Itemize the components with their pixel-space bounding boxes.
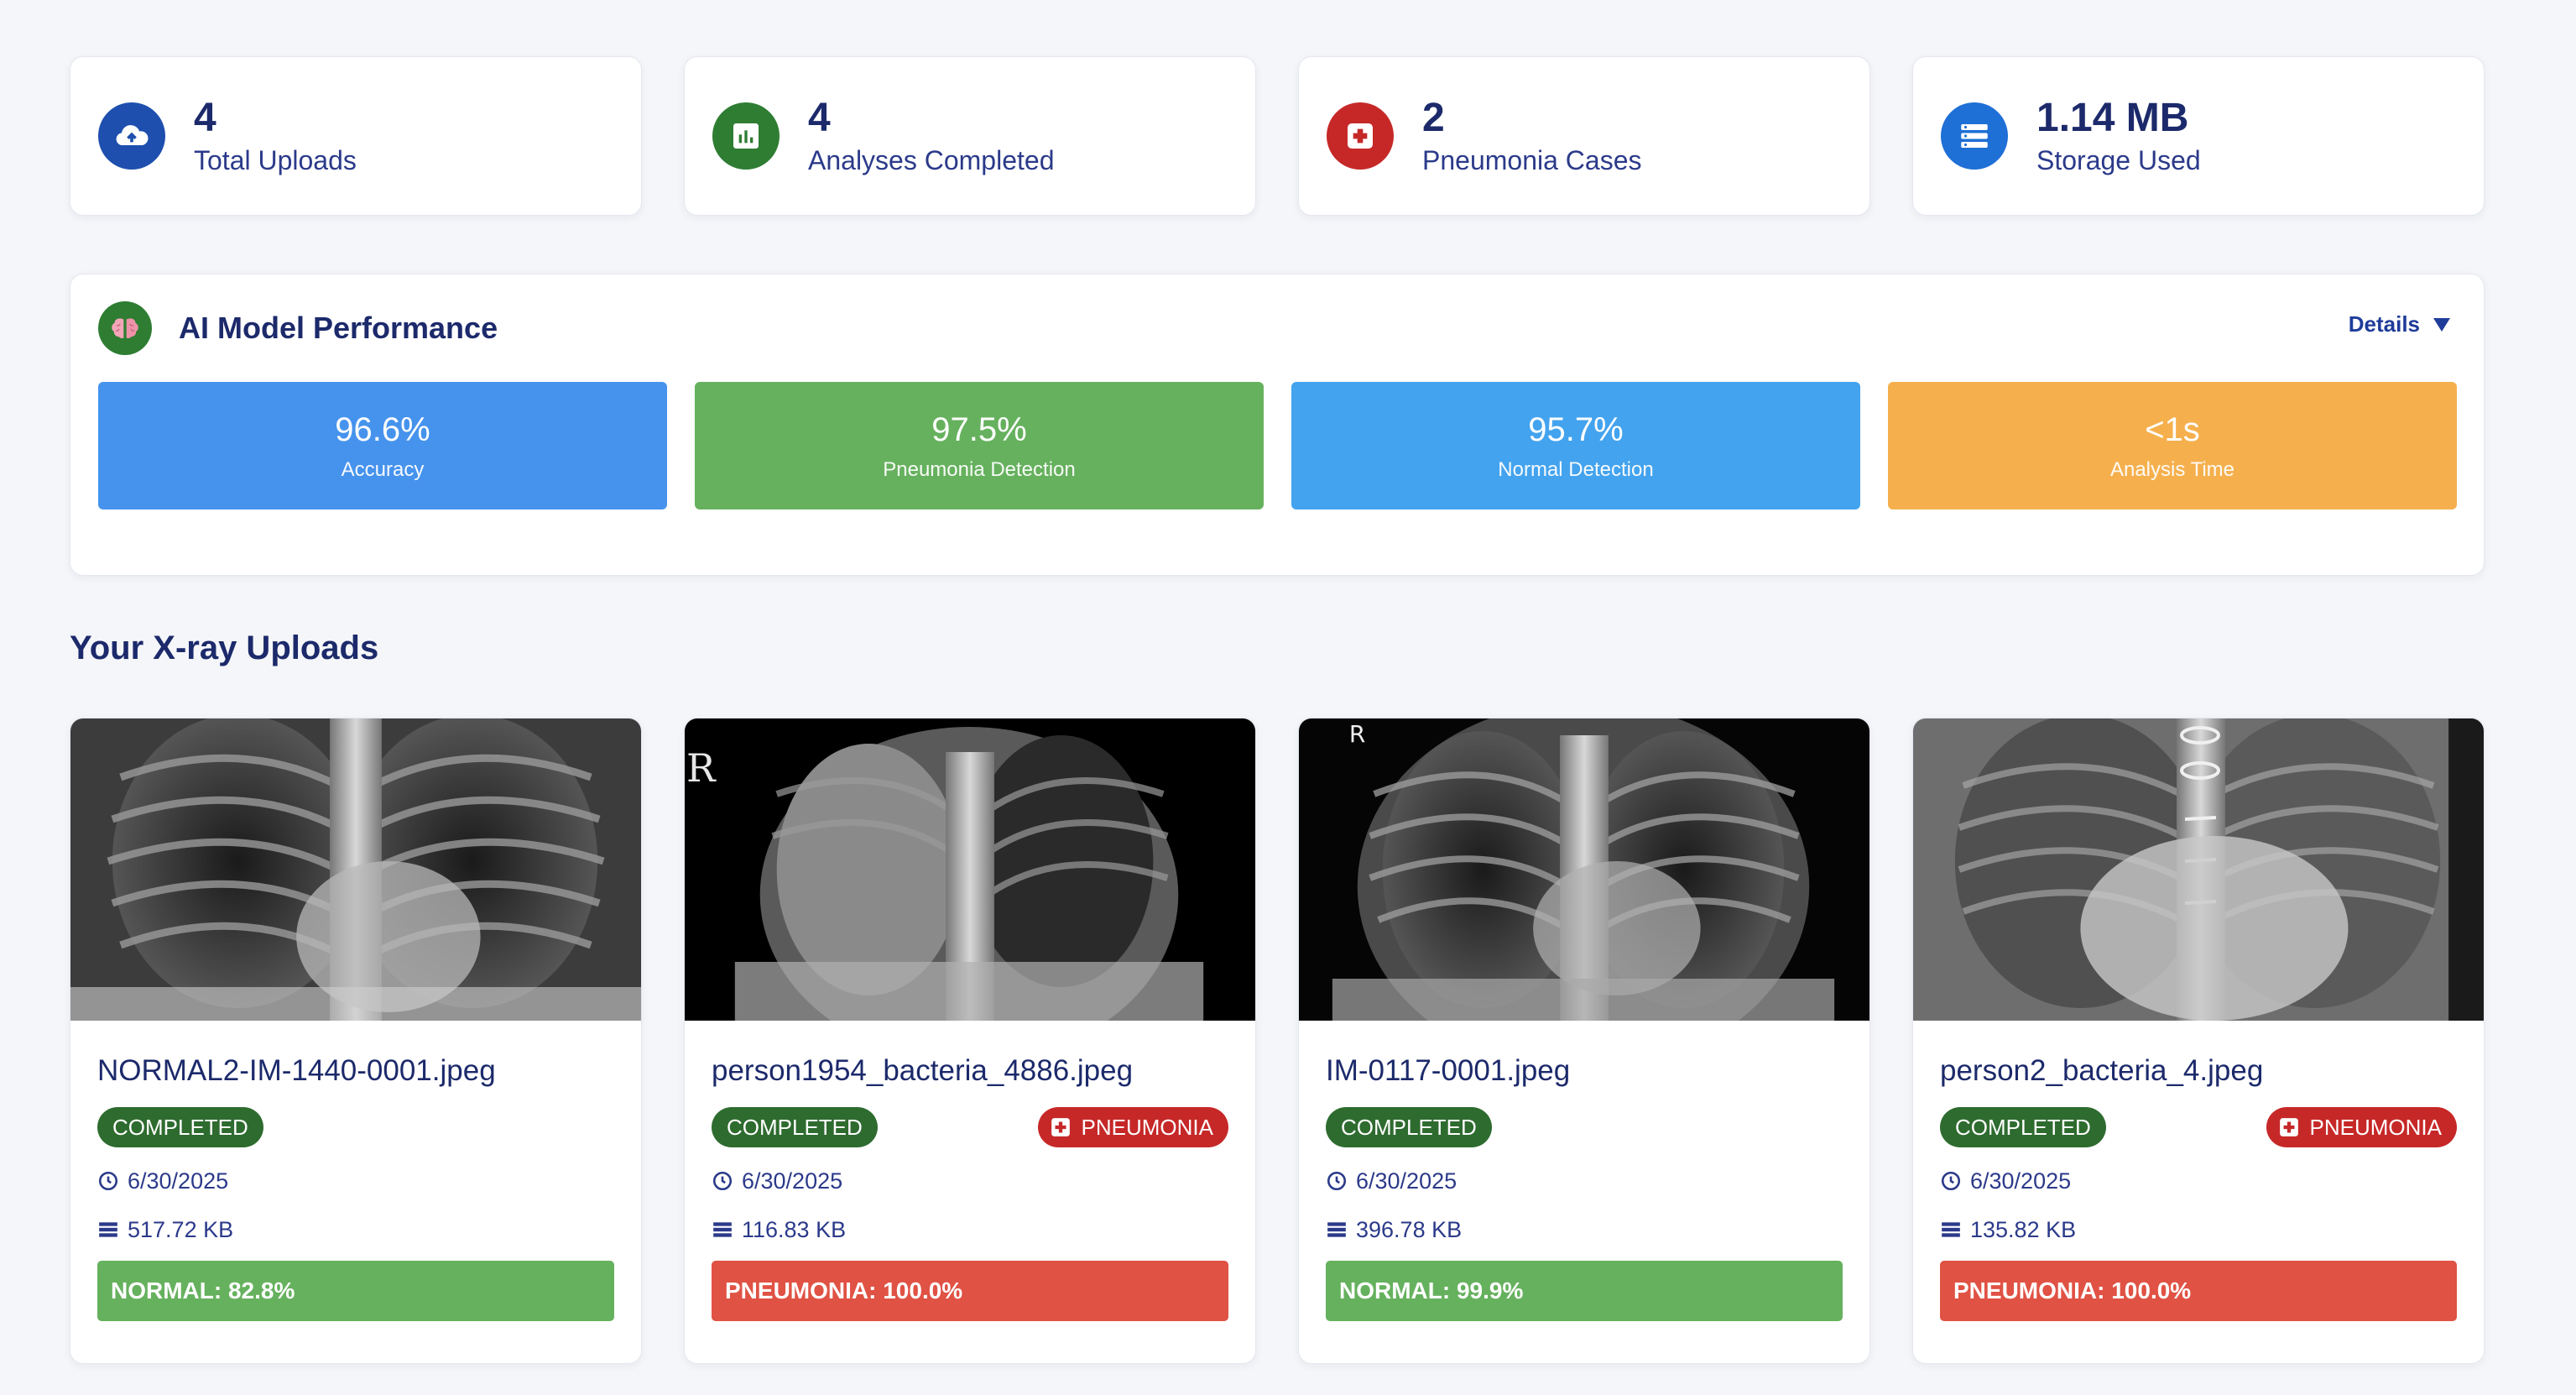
pneumonia-badge: PNEUMONIA	[1037, 1107, 1228, 1147]
file-size: 517.72 KB	[97, 1214, 614, 1246]
status-badge: COMPLETED	[712, 1107, 878, 1147]
clock-icon	[712, 1171, 733, 1191]
status-badge: COMPLETED	[97, 1107, 263, 1147]
file-size: 396.78 KB	[1326, 1214, 1843, 1246]
file-name: person1954_bacteria_4886.jpeg	[712, 1054, 1134, 1087]
status-badge: COMPLETED	[1326, 1107, 1492, 1147]
brain-icon	[98, 301, 152, 355]
file-name: person2_bacteria_4.jpeg	[1940, 1054, 2264, 1087]
date-text: 6/30/2025	[1970, 1168, 2072, 1194]
size-text: 135.82 KB	[1970, 1216, 2077, 1242]
file-size: 116.83 KB	[712, 1214, 1228, 1246]
medical-cross-icon	[1327, 102, 1394, 170]
metric-label: Normal Detection	[1498, 458, 1654, 481]
metric-value: 97.5%	[931, 411, 1027, 448]
file-name: IM-0117-0001.jpeg	[1326, 1054, 1571, 1087]
clock-icon	[1327, 1171, 1347, 1191]
upload-date: 6/30/2025	[1326, 1165, 1843, 1197]
date-text: 6/30/2025	[128, 1168, 229, 1194]
stat-card-storage-used: 1.14 MB Storage Used	[1912, 56, 2485, 216]
metric-analysis-time: <1s Analysis Time	[1888, 382, 2457, 509]
metric-accuracy: 96.6% Accuracy	[98, 382, 667, 509]
triangle-down-icon	[2433, 317, 2450, 332]
clock-icon	[1941, 1171, 1961, 1191]
metric-value: 96.6%	[335, 411, 430, 448]
pneumonia-badge: PNEUMONIA	[2266, 1107, 2457, 1147]
xray-image[interactable]: R	[685, 718, 1255, 1021]
upload-card[interactable]: R person1954_bacteria_4886.jpeg COMPLETE…	[684, 718, 1256, 1364]
file-size: 135.82 KB	[1940, 1214, 2457, 1246]
medical-cross-icon	[1051, 1118, 1070, 1136]
result-bar: PNEUMONIA: 100.0%	[1940, 1261, 2457, 1321]
stat-card-analyses-completed: 4 Analyses Completed	[684, 56, 1256, 216]
result-bar: NORMAL: 99.9%	[1326, 1261, 1843, 1321]
metric-normal-detection: 95.7% Normal Detection	[1291, 382, 1860, 509]
stat-value: 1.14 MB	[2036, 96, 2189, 140]
metric-label: Pneumonia Detection	[883, 458, 1076, 481]
panel-title: AI Model Performance	[179, 311, 498, 345]
result-bar: NORMAL: 82.8%	[97, 1261, 614, 1321]
medical-cross-icon	[2279, 1118, 2298, 1136]
stat-value: 4	[808, 96, 831, 140]
details-toggle[interactable]: Details	[2349, 311, 2452, 337]
stat-label: Storage Used	[2036, 145, 2201, 175]
bar-chart-icon	[712, 102, 780, 170]
storage-icon	[713, 1222, 732, 1237]
upload-card[interactable]: person2_bacteria_4.jpeg COMPLETED PNEUMO…	[1912, 718, 2485, 1364]
upload-card[interactable]: NORMAL2-IM-1440-0001.jpeg COMPLETED 6/30…	[70, 718, 642, 1364]
storage-icon	[1941, 102, 2008, 170]
stat-label: Total Uploads	[194, 145, 357, 175]
upload-card[interactable]: R IM-0117-0001.jpeg COMPLETED 6/30/2025 …	[1298, 718, 1870, 1364]
xray-marker: R	[1349, 720, 1365, 748]
xray-image[interactable]: R	[1299, 718, 1869, 1021]
storage-icon	[1327, 1222, 1346, 1237]
details-label: Details	[2348, 311, 2420, 337]
stat-card-total-uploads: 4 Total Uploads	[70, 56, 642, 216]
date-text: 6/30/2025	[742, 1168, 843, 1194]
clock-icon	[98, 1171, 118, 1191]
upload-date: 6/30/2025	[97, 1165, 614, 1197]
upload-date: 6/30/2025	[1940, 1165, 2457, 1197]
xray-marker: R	[686, 745, 717, 791]
stats-row: 4 Total Uploads 4 Analyses Completed 2 P…	[70, 56, 2485, 216]
uploads-grid: NORMAL2-IM-1440-0001.jpeg COMPLETED 6/30…	[70, 718, 2485, 1364]
size-text: 116.83 KB	[742, 1216, 847, 1242]
pneumonia-flag: PNEUMONIA	[2309, 1114, 2442, 1140]
stat-card-pneumonia-cases: 2 Pneumonia Cases	[1298, 56, 1870, 216]
result-bar: PNEUMONIA: 100.0%	[712, 1261, 1228, 1321]
stat-value: 4	[194, 96, 216, 140]
stat-label: Pneumonia Cases	[1422, 145, 1642, 175]
status-badge: COMPLETED	[1940, 1107, 2106, 1147]
date-text: 6/30/2025	[1356, 1168, 1457, 1194]
storage-icon	[99, 1222, 117, 1237]
xray-image[interactable]	[70, 718, 641, 1021]
size-text: 396.78 KB	[1356, 1216, 1463, 1242]
metric-label: Accuracy	[341, 458, 425, 481]
ai-model-performance-panel: AI Model Performance Details 96.6% Accur…	[70, 274, 2485, 576]
xray-image[interactable]	[1913, 718, 2484, 1021]
section-title: Your X-ray Uploads	[70, 630, 379, 666]
metric-value: <1s	[2145, 411, 2200, 448]
upload-date: 6/30/2025	[712, 1165, 1228, 1197]
file-name: NORMAL2-IM-1440-0001.jpeg	[97, 1054, 496, 1087]
metric-value: 95.7%	[1528, 411, 1624, 448]
cloud-upload-icon	[98, 102, 165, 170]
stat-value: 2	[1422, 96, 1445, 140]
pneumonia-flag: PNEUMONIA	[1081, 1114, 1213, 1140]
size-text: 517.72 KB	[128, 1216, 234, 1242]
storage-icon	[1942, 1222, 1960, 1237]
metric-label: Analysis Time	[2109, 458, 2235, 481]
metric-pneumonia-detection: 97.5% Pneumonia Detection	[695, 382, 1264, 509]
stat-label: Analyses Completed	[808, 145, 1055, 175]
